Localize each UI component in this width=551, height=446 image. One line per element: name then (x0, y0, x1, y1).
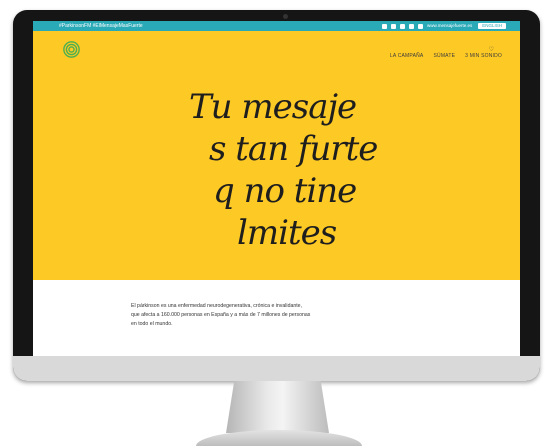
social-links: www.mensajefuerte.es ENGLISH (381, 21, 506, 31)
slogan-line-4: lmites (237, 213, 337, 253)
email-link[interactable]: www.mensajefuerte.es (427, 21, 472, 31)
webcam (283, 14, 288, 19)
hero-section: ♡ LA CAMPAÑA SÚMATE 3 MIN SONIDO Tu mesa… (33, 31, 520, 280)
top-bar: #ParkinsonFM #ElMensajeMasFuerte www.men… (33, 21, 520, 31)
slogan-line-2: s tan furte (209, 129, 378, 169)
twitter-icon[interactable] (381, 23, 387, 29)
mail-icon[interactable] (417, 23, 423, 29)
hashtags: #ParkinsonFM #ElMensajeMasFuerte (59, 23, 143, 29)
slogan-line-3: q no tine (213, 171, 357, 211)
monitor-stand (226, 381, 329, 433)
screen: #ParkinsonFM #ElMensajeMasFuerte www.men… (33, 21, 520, 356)
language-button[interactable]: ENGLISH (478, 23, 506, 29)
instagram-icon[interactable] (390, 23, 396, 29)
slogan-line-1: Tu mesaje (189, 87, 357, 127)
intro-paragraph: El párkinson es una enfermedad neurodege… (131, 303, 311, 328)
hero-slogan: Tu mesaje s tan furte q no tine lmites (33, 31, 520, 280)
monitor-chin (13, 356, 540, 381)
monitor-stand-base (196, 430, 362, 446)
facebook-icon[interactable] (399, 23, 405, 29)
youtube-icon[interactable] (408, 23, 414, 29)
